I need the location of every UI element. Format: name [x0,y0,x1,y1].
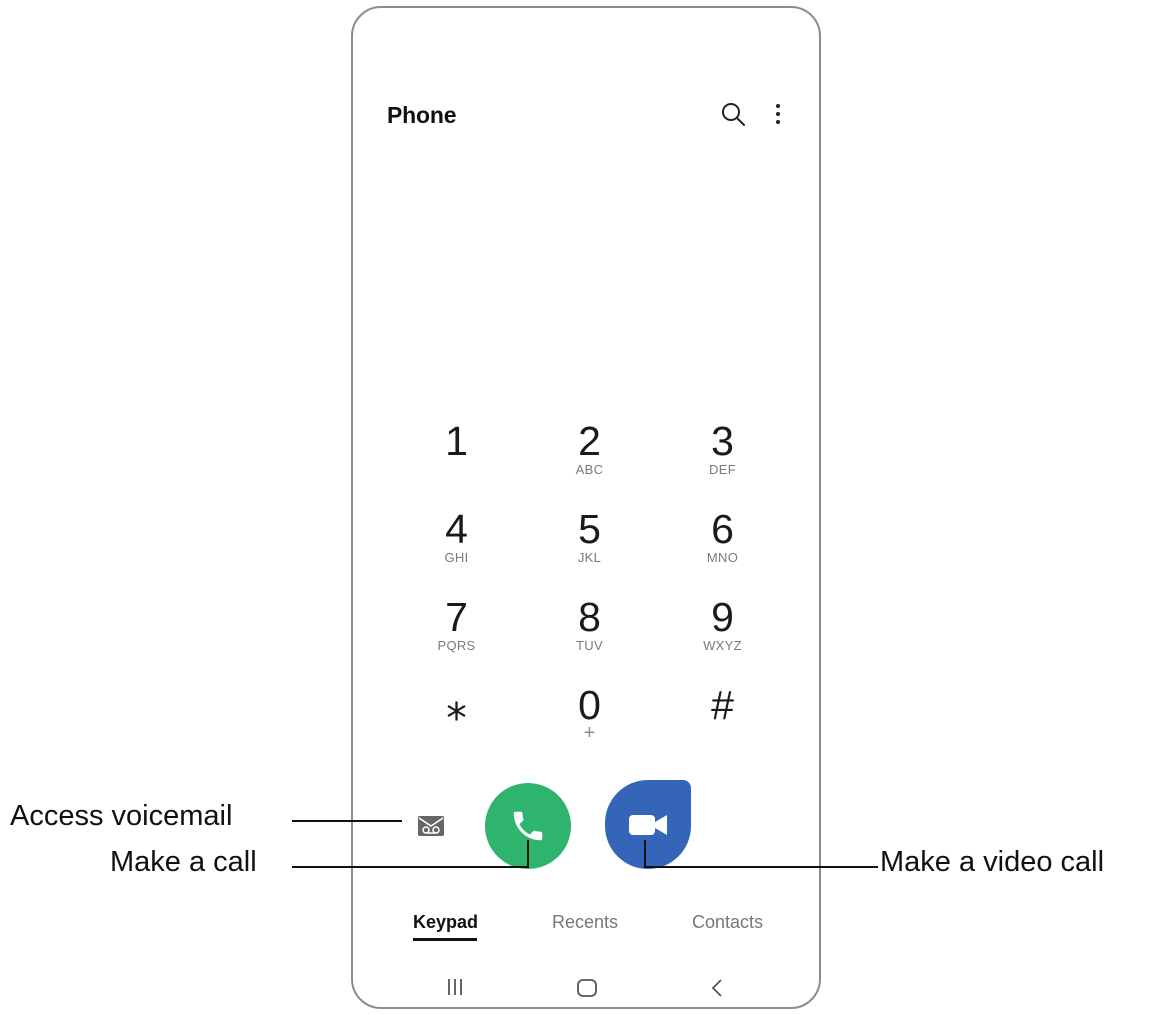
voicemail-callout-label: Access voicemail [10,800,233,832]
key-digit: 8 [578,594,601,640]
key-7[interactable]: 7 PQRS [390,592,523,680]
back-icon[interactable] [711,978,723,998]
key-letters: ABC [575,462,604,477]
key-letters: + [583,722,596,744]
key-4[interactable]: 4 GHI [390,504,523,592]
call-callout-label: Make a call [110,846,257,878]
video-callout-label: Make a video call [880,846,1105,878]
video-callout-line-vertical [644,840,646,868]
call-callout-line [292,866,529,868]
dial-keypad: 1 2 ABC 3 DEF 4 GHI 5 JKL 6 MNO 7 PQRS 8… [390,416,790,768]
tab-active-indicator [413,938,477,941]
key-letters: DEF [709,462,736,477]
key-2[interactable]: 2 ABC [523,416,656,504]
key-1[interactable]: 1 [390,416,523,504]
key-digit: 2 [578,418,601,464]
key-digit: ⁎ [446,682,467,728]
search-icon[interactable] [719,100,747,128]
key-digit: 1 [445,418,468,464]
more-options-icon[interactable] [771,100,785,128]
key-letters: MNO [706,550,739,565]
key-digit: 3 [711,418,734,464]
key-5[interactable]: 5 JKL [523,504,656,592]
video-callout-line [644,866,878,868]
tab-contacts[interactable]: Contacts [692,912,763,933]
key-digit: 9 [711,594,734,640]
recent-apps-icon[interactable] [446,978,464,996]
voicemail-icon[interactable] [417,815,445,837]
key-3[interactable]: 3 DEF [656,416,789,504]
video-camera-icon [629,814,667,835]
app-title: Phone [387,102,457,128]
key-0[interactable]: 0 + [523,680,656,768]
phone-screen: Phone 1 2 ABC 3 DEF 4 GHI 5 JKL 6 MNO 7 … [351,6,821,1009]
video-call-button[interactable] [605,780,691,869]
call-callout-line-vertical [527,840,529,868]
key-hash[interactable]: # [656,680,789,768]
key-digit: 7 [445,594,468,640]
key-digit: 4 [445,506,468,552]
key-6[interactable]: 6 MNO [656,504,789,592]
key-letters: GHI [444,550,469,565]
key-digit: 5 [578,506,601,552]
key-digit: # [711,682,734,728]
home-icon[interactable] [576,978,598,998]
tab-recents[interactable]: Recents [552,912,618,933]
key-digit: 6 [711,506,734,552]
key-letters: PQRS [437,638,476,653]
key-letters: JKL [577,550,602,565]
key-9[interactable]: 9 WXYZ [656,592,789,680]
key-letters: WXYZ [703,638,742,653]
tab-keypad[interactable]: Keypad [413,912,478,933]
key-star[interactable]: ⁎ [390,680,523,768]
key-8[interactable]: 8 TUV [523,592,656,680]
voicemail-callout-line [292,820,402,822]
key-letters: TUV [576,638,603,653]
